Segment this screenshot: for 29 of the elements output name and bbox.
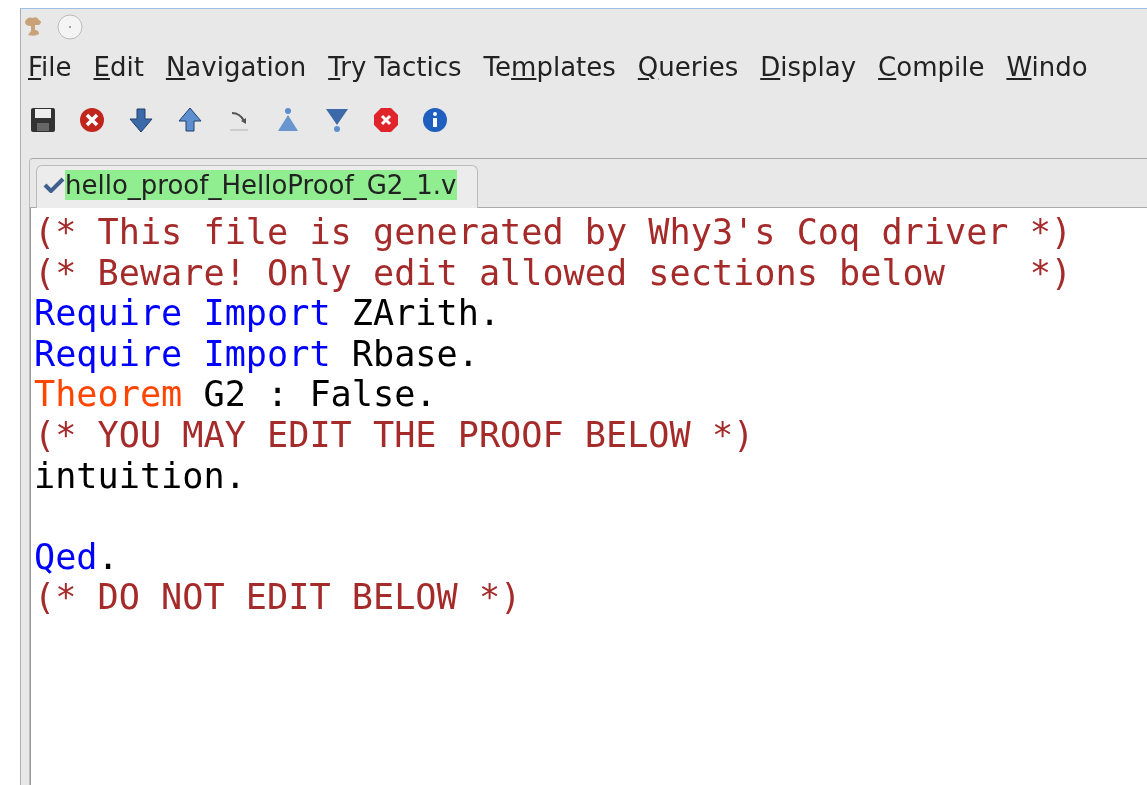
info-icon[interactable] — [422, 107, 448, 133]
menu-item[interactable]: Display — [760, 50, 857, 90]
menu-item[interactable]: Edit — [93, 50, 144, 90]
up-arrow-icon[interactable] — [177, 107, 203, 133]
menu-item[interactable]: Templates — [483, 50, 616, 90]
code-line: Require Import ZArith. — [34, 292, 501, 334]
code-line: (* YOU MAY EDIT THE PROOF BELOW *) — [34, 413, 755, 455]
code-line: Require Import Rbase. — [34, 332, 479, 374]
code-line: Theorem G2 : False. — [34, 373, 437, 415]
down-arrow-icon[interactable] — [128, 107, 154, 133]
code-line: (* DO NOT EDIT BELOW *) — [34, 576, 522, 618]
menu-item[interactable]: Compile — [878, 50, 985, 90]
code-line: Qed. — [34, 535, 119, 577]
save-icon[interactable] — [30, 107, 56, 133]
checkmark-icon — [43, 177, 65, 193]
stop-icon[interactable] — [373, 107, 399, 133]
menu-item[interactable]: Queries — [637, 50, 739, 90]
menu-item[interactable]: Navigation — [165, 50, 307, 90]
code-editor[interactable] — [30, 208, 1147, 785]
cone-up-icon[interactable] — [275, 107, 301, 133]
funnel-icon[interactable] — [324, 107, 350, 133]
file-tab[interactable]: hello_proof_HelloProof_G2_1.v — [36, 165, 478, 208]
menu-item[interactable]: File — [28, 50, 72, 90]
cancel-icon[interactable] — [79, 107, 105, 133]
menu-item[interactable]: Try Tactics — [328, 50, 462, 90]
code-line: intuition. — [34, 454, 246, 496]
code-line: (* This file is generated by Why3's Coq driver *) — [34, 211, 1073, 252]
menu-item[interactable]: Windo — [1006, 50, 1088, 90]
code-line: (* Beware! Only edit allowed sections below *) — [34, 251, 1073, 293]
